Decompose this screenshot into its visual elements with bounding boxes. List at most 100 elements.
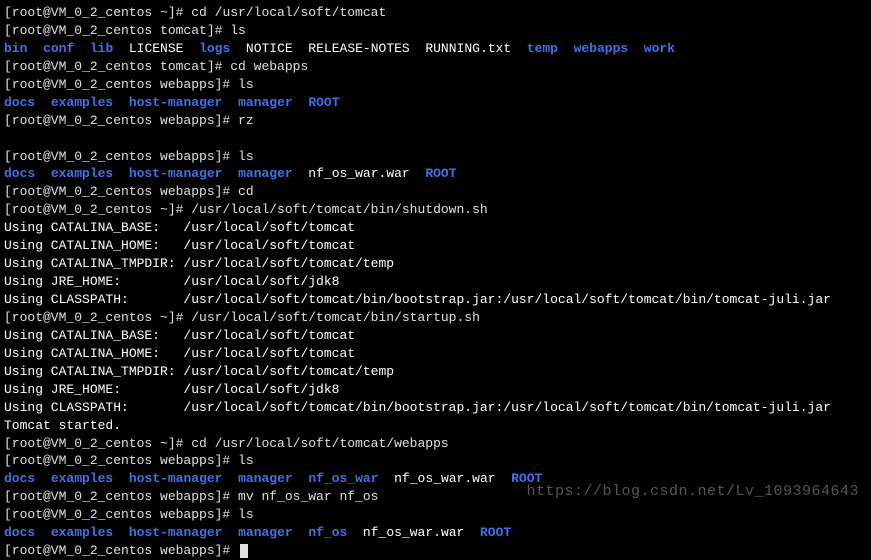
- terminal-text-segment: Using CATALINA_BASE: /usr/local/soft/tom…: [4, 220, 355, 235]
- watermark-text: https://blog.csdn.net/Lv_1093964643: [526, 482, 859, 503]
- terminal-text-segment: bin: [4, 41, 27, 56]
- terminal-text-segment: docs: [4, 166, 35, 181]
- terminal-text-segment: Using JRE_HOME: /usr/local/soft/jdk8: [4, 274, 339, 289]
- terminal-line: [root@VM_0_2_centos tomcat]# cd webapps: [4, 58, 867, 76]
- terminal-text-segment: [293, 471, 309, 486]
- terminal-text-segment: [root@VM_0_2_centos webapps]#: [4, 453, 238, 468]
- terminal-text-segment: [root@VM_0_2_centos webapps]#: [4, 543, 238, 558]
- terminal-text-segment: nf_os_war.war: [379, 471, 512, 486]
- terminal-text-segment: Using CATALINA_HOME: /usr/local/soft/tom…: [4, 346, 355, 361]
- terminal-text-segment: Using CATALINA_TMPDIR: /usr/local/soft/t…: [4, 364, 394, 379]
- terminal-text-segment: host-manager: [129, 166, 223, 181]
- terminal-text-segment: ls: [238, 453, 254, 468]
- terminal-text-segment: cd webapps: [230, 59, 308, 74]
- terminal-text-segment: [113, 471, 129, 486]
- terminal-text-segment: work: [644, 41, 675, 56]
- terminal-line: docs examples host-manager manager nf_os…: [4, 165, 867, 183]
- terminal-line: [root@VM_0_2_centos webapps]# cd: [4, 183, 867, 201]
- terminal-text-segment: [root@VM_0_2_centos ~]#: [4, 202, 191, 217]
- terminal-text-segment: ls: [238, 149, 254, 164]
- terminal-line: Using JRE_HOME: /usr/local/soft/jdk8: [4, 273, 867, 291]
- terminal-line: [root@VM_0_2_centos webapps]#: [4, 542, 867, 560]
- terminal-text-segment: /usr/local/soft/tomcat/bin/shutdown.sh: [191, 202, 487, 217]
- terminal-text-segment: examples: [51, 525, 113, 540]
- terminal-text-segment: [root@VM_0_2_centos tomcat]#: [4, 59, 230, 74]
- terminal-text-segment: examples: [51, 471, 113, 486]
- terminal-line: [root@VM_0_2_centos webapps]# ls: [4, 506, 867, 524]
- terminal-text-segment: [35, 166, 51, 181]
- terminal-text-segment: Tomcat started.: [4, 418, 121, 433]
- terminal-text-segment: manager: [238, 166, 293, 181]
- terminal-text-segment: LICENSE: [113, 41, 199, 56]
- terminal-text-segment: [293, 95, 309, 110]
- terminal-text-segment: nf_os_war: [308, 471, 378, 486]
- terminal-text-segment: [35, 471, 51, 486]
- terminal-text-segment: /usr/local/soft/tomcat/bin/startup.sh: [191, 310, 480, 325]
- terminal-text-segment: host-manager: [129, 471, 223, 486]
- terminal-text-segment: docs: [4, 471, 35, 486]
- terminal-text-segment: [222, 166, 238, 181]
- terminal-line: [root@VM_0_2_centos webapps]# rz: [4, 112, 867, 130]
- terminal-text-segment: manager: [238, 95, 293, 110]
- terminal-text-segment: [root@VM_0_2_centos webapps]#: [4, 184, 238, 199]
- terminal-output[interactable]: [root@VM_0_2_centos ~]# cd /usr/local/so…: [4, 4, 867, 560]
- terminal-text-segment: Using CATALINA_TMPDIR: /usr/local/soft/t…: [4, 256, 394, 271]
- terminal-cursor: [240, 544, 248, 558]
- terminal-text-segment: [74, 41, 90, 56]
- terminal-text-segment: cd /usr/local/soft/tomcat/webapps: [191, 436, 448, 451]
- terminal-text-segment: nf_os_war.war: [293, 166, 426, 181]
- terminal-text-segment: [558, 41, 574, 56]
- terminal-text-segment: ROOT: [308, 95, 339, 110]
- terminal-text-segment: ls: [238, 507, 254, 522]
- terminal-text-segment: examples: [51, 166, 113, 181]
- terminal-text-segment: examples: [51, 95, 113, 110]
- terminal-text-segment: logs: [199, 41, 230, 56]
- terminal-line: Using CLASSPATH: /usr/local/soft/tomcat/…: [4, 399, 867, 417]
- terminal-text-segment: [27, 41, 43, 56]
- terminal-text-segment: [113, 525, 129, 540]
- terminal-text-segment: ROOT: [425, 166, 456, 181]
- terminal-text-segment: docs: [4, 95, 35, 110]
- terminal-text-segment: cd: [238, 184, 254, 199]
- terminal-line: Using JRE_HOME: /usr/local/soft/jdk8: [4, 381, 867, 399]
- terminal-text-segment: Using CATALINA_BASE: /usr/local/soft/tom…: [4, 328, 355, 343]
- terminal-line: Using CATALINA_TMPDIR: /usr/local/soft/t…: [4, 363, 867, 381]
- terminal-text-segment: nf_os_war.war: [347, 525, 480, 540]
- terminal-line: Using CATALINA_BASE: /usr/local/soft/tom…: [4, 327, 867, 345]
- terminal-text-segment: Using CLASSPATH: /usr/local/soft/tomcat/…: [4, 292, 831, 307]
- terminal-text-segment: [root@VM_0_2_centos webapps]#: [4, 489, 238, 504]
- terminal-text-segment: [root@VM_0_2_centos ~]#: [4, 5, 191, 20]
- terminal-text-segment: temp: [527, 41, 558, 56]
- terminal-line: [root@VM_0_2_centos ~]# cd /usr/local/so…: [4, 435, 867, 453]
- terminal-text-segment: mv nf_os_war nf_os: [238, 489, 378, 504]
- terminal-line: [root@VM_0_2_centos ~]# /usr/local/soft/…: [4, 201, 867, 219]
- terminal-text-segment: cd /usr/local/soft/tomcat: [191, 5, 386, 20]
- terminal-text-segment: ROOT: [480, 525, 511, 540]
- terminal-text-segment: ls: [238, 77, 254, 92]
- terminal-text-segment: [222, 471, 238, 486]
- terminal-line: docs examples host-manager manager nf_os…: [4, 524, 867, 542]
- terminal-line: [4, 130, 867, 148]
- terminal-text-segment: [4, 131, 12, 146]
- terminal-text-segment: [root@VM_0_2_centos ~]#: [4, 310, 191, 325]
- terminal-line: [root@VM_0_2_centos ~]# /usr/local/soft/…: [4, 309, 867, 327]
- terminal-line: [root@VM_0_2_centos webapps]# ls: [4, 76, 867, 94]
- terminal-line: Using CATALINA_BASE: /usr/local/soft/tom…: [4, 219, 867, 237]
- terminal-text-segment: host-manager: [129, 95, 223, 110]
- terminal-text-segment: [628, 41, 644, 56]
- terminal-text-segment: manager: [238, 525, 293, 540]
- terminal-line: Using CATALINA_HOME: /usr/local/soft/tom…: [4, 345, 867, 363]
- terminal-text-segment: [root@VM_0_2_centos webapps]#: [4, 113, 238, 128]
- terminal-text-segment: Using CLASSPATH: /usr/local/soft/tomcat/…: [4, 400, 831, 415]
- terminal-line: Tomcat started.: [4, 417, 867, 435]
- terminal-line: Using CATALINA_TMPDIR: /usr/local/soft/t…: [4, 255, 867, 273]
- terminal-line: [root@VM_0_2_centos ~]# cd /usr/local/so…: [4, 4, 867, 22]
- terminal-text-segment: ls: [230, 23, 246, 38]
- terminal-text-segment: [113, 166, 129, 181]
- terminal-text-segment: [35, 525, 51, 540]
- terminal-text-segment: docs: [4, 525, 35, 540]
- terminal-text-segment: [root@VM_0_2_centos ~]#: [4, 436, 191, 451]
- terminal-text-segment: [root@VM_0_2_centos webapps]#: [4, 149, 238, 164]
- terminal-line: Using CLASSPATH: /usr/local/soft/tomcat/…: [4, 291, 867, 309]
- terminal-text-segment: manager: [238, 471, 293, 486]
